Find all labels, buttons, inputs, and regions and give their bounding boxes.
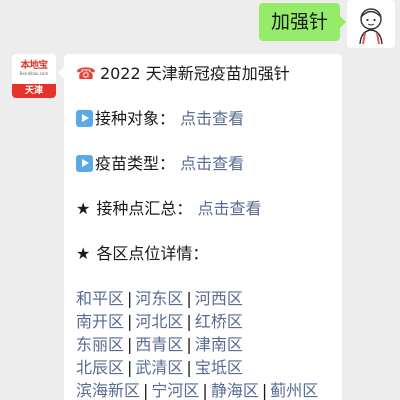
- separator: |: [186, 358, 192, 377]
- districts-label: 各区点位详情：: [96, 244, 209, 263]
- district-link[interactable]: 宝坻区: [195, 358, 243, 377]
- separator: |: [127, 312, 133, 331]
- message-title: 2022 天津新冠疫苗加强针: [99, 64, 290, 83]
- separator: |: [261, 381, 268, 400]
- district-link[interactable]: 河北区: [135, 312, 183, 331]
- incoming-message-bubble: ☎ 2022 天津新冠疫苗加强针 接种对象： 点击查看 疫苗类型： 点击查看 ★ 接…: [58, 54, 342, 400]
- districts-heading-line: ★ 各区点位详情：: [76, 242, 330, 265]
- separator: |: [127, 289, 133, 308]
- district-link[interactable]: 和平区: [76, 289, 124, 308]
- play-icon: [76, 155, 93, 172]
- type-link[interactable]: 点击查看: [180, 154, 244, 173]
- outgoing-message-text: 加强针: [270, 11, 328, 33]
- user-avatar[interactable]: [347, 0, 395, 48]
- district-link[interactable]: 北辰区: [76, 358, 124, 377]
- separator: |: [186, 312, 192, 331]
- message-title-line: ☎ 2022 天津新冠疫苗加强针: [76, 62, 330, 85]
- star-icon: ★: [76, 244, 91, 263]
- district-link[interactable]: 津南区: [195, 335, 243, 354]
- district-link[interactable]: 静海区: [211, 381, 259, 400]
- district-link[interactable]: 东丽区: [76, 335, 124, 354]
- district-link-list: 和平区 | 河东区 | 河西区 南开区 | 河北区 | 红桥区 东丽区 | 西青区 | 津南区 北辰区 | 武清区…: [76, 287, 330, 400]
- separator: |: [202, 381, 208, 400]
- separator: |: [186, 289, 192, 308]
- phone-icon: ☎: [76, 64, 96, 83]
- district-link[interactable]: 南开区: [76, 312, 124, 331]
- target-link[interactable]: 点击查看: [180, 109, 244, 128]
- district-link[interactable]: 西青区: [135, 335, 183, 354]
- district-row: 北辰区 | 武清区 | 宝坻区: [76, 356, 330, 379]
- district-link[interactable]: 蓟州区: [270, 381, 318, 400]
- target-label: 接种对象：: [95, 109, 176, 128]
- sender-logo: 本地宝 Bendibao.com: [12, 54, 56, 84]
- outgoing-message-bubble[interactable]: 加强针: [258, 3, 347, 41]
- separator: |: [143, 381, 149, 400]
- sites-label: 接种点汇总：: [96, 199, 193, 218]
- sender-avatar[interactable]: 本地宝 Bendibao.com 天津: [12, 54, 56, 98]
- type-line: 疫苗类型： 点击查看: [76, 152, 330, 175]
- district-link[interactable]: 滨海新区: [76, 381, 140, 400]
- sites-link[interactable]: 点击查看: [197, 199, 261, 218]
- type-label: 疫苗类型：: [95, 154, 176, 173]
- district-link[interactable]: 河西区: [195, 289, 243, 308]
- sender-logo-word: 本地宝: [20, 60, 48, 71]
- target-line: 接种对象： 点击查看: [76, 107, 330, 130]
- district-row: 和平区 | 河东区 | 河西区: [76, 287, 330, 310]
- star-icon: ★: [76, 199, 91, 218]
- play-icon: [76, 110, 93, 127]
- district-link[interactable]: 宁河区: [151, 381, 199, 400]
- district-row: 滨海新区 | 宁河区 | 静海区 | 蓟州区: [76, 379, 330, 400]
- district-row: 东丽区 | 西青区 | 津南区: [76, 333, 330, 356]
- district-link[interactable]: 河东区: [135, 289, 183, 308]
- district-link[interactable]: 武清区: [135, 358, 183, 377]
- district-row: 南开区 | 河北区 | 红桥区: [76, 310, 330, 333]
- separator: |: [186, 335, 192, 354]
- sender-logo-city: 天津: [12, 84, 56, 98]
- user-avatar-icon: [347, 0, 395, 48]
- separator: |: [127, 335, 133, 354]
- separator: |: [127, 358, 133, 377]
- district-link[interactable]: 红桥区: [195, 312, 243, 331]
- sites-line: ★ 接种点汇总： 点击查看: [76, 197, 330, 220]
- sender-logo-url: Bendibao.com: [19, 71, 49, 76]
